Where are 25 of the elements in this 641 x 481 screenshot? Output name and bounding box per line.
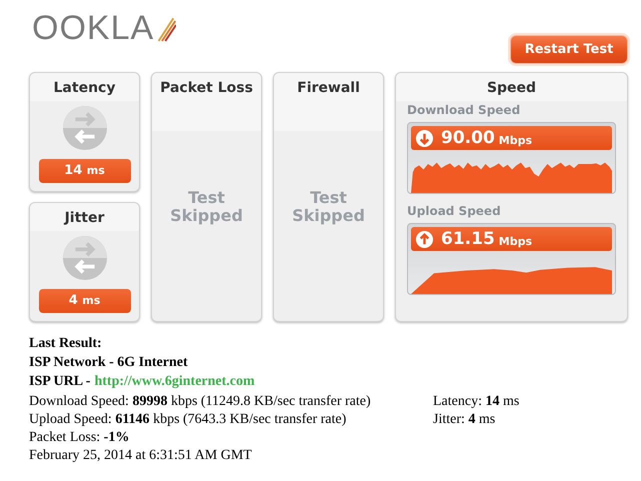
speed-label: Download Speed	[407, 103, 522, 117]
metric-value: 4 ms	[38, 289, 130, 313]
result-line: Latency: 14 ms	[433, 393, 520, 411]
card-title: Speed	[396, 73, 627, 101]
speed-value: 90.00 Mbps	[411, 126, 612, 150]
isp-network: ISP Network - 6G Internet	[29, 355, 189, 371]
result-line: Download Speed: 89998 kbps (11249.8 KB/sec transfer rate)	[29, 393, 372, 411]
results-title: Last Result:	[29, 336, 103, 352]
result-line: Upload Speed: 61146 kbps (7643.3 KB/sec transfer rate)	[29, 411, 348, 429]
test-status: Test Skipped	[291, 189, 366, 225]
speed-value: 61.15 Mbps	[411, 227, 612, 251]
metric-value: 14 ms	[38, 159, 130, 183]
result-line: Jitter: 4 ms	[433, 411, 496, 429]
restart-test-button[interactable]: Restart Test	[510, 35, 628, 64]
card-title: Firewall	[274, 73, 383, 131]
speed-label: Upload Speed	[407, 204, 502, 218]
card-title: Jitter	[30, 203, 139, 231]
logo: OOKLA	[32, 8, 176, 46]
packet-loss-line: Packet Loss: -1%	[29, 429, 130, 447]
test-status: Test Skipped	[169, 189, 244, 225]
card-title: Packet Loss	[152, 73, 261, 131]
isp-url-label: ISP URL -	[29, 374, 90, 390]
result-date: February 25, 2014 at 6:31:51 AM GMT	[29, 447, 253, 465]
card-title: Latency	[30, 73, 139, 101]
isp-url-link[interactable]: http://www.6ginternet.com	[94, 374, 255, 390]
